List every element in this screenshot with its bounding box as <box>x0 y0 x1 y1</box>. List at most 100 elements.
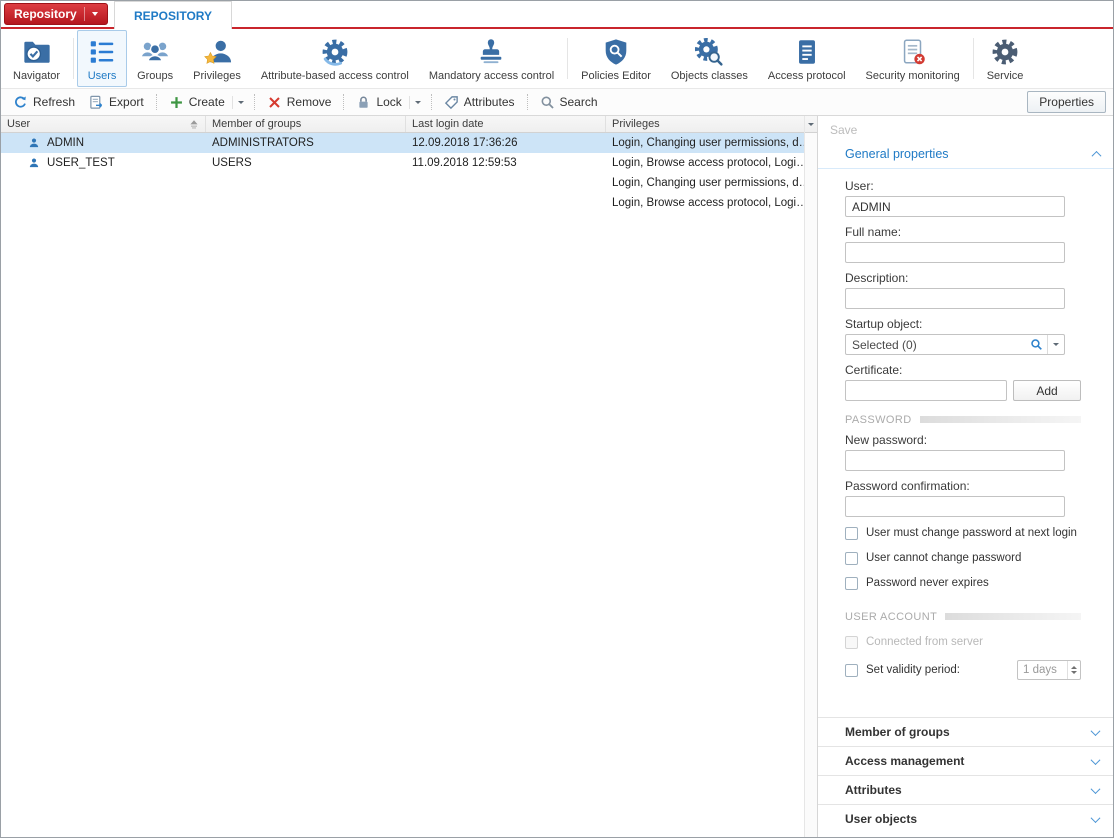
properties-button[interactable]: Properties <box>1027 91 1106 113</box>
user-icon <box>28 157 40 169</box>
ribbon-item-groups[interactable]: Groups <box>127 30 183 87</box>
create-split-button: Create <box>162 92 249 113</box>
ribbon-item-privileges[interactable]: Privileges <box>183 30 251 87</box>
lock-dropdown-button[interactable] <box>409 96 426 109</box>
properties-panel: Save General properties User: Full name:… <box>817 116 1113 837</box>
ribbon-item-mandatory-access-control[interactable]: Mandatory access control <box>419 30 564 87</box>
navigator-icon <box>22 36 52 68</box>
table-row-admin[interactable]: ADMIN ADMINISTRATORS 12.09.2018 17:36:26… <box>1 133 804 153</box>
checkbox-password-never-expires[interactable]: Password never expires <box>845 576 1113 590</box>
attributes-button[interactable]: Attributes <box>437 92 522 113</box>
checkbox[interactable] <box>845 552 858 565</box>
objects-classes-icon <box>694 36 724 68</box>
toolbar-separator <box>156 94 157 110</box>
password-confirmation-label: Password confirmation: <box>845 480 1113 493</box>
ribbon-item-objects-classes[interactable]: Objects classes <box>661 30 758 87</box>
column-header-privileges[interactable]: Privileges <box>606 116 804 132</box>
ribbon-item-security-monitoring[interactable]: Security monitoring <box>856 30 970 87</box>
chevron-down-icon <box>415 101 421 104</box>
full-name-input[interactable] <box>845 242 1065 263</box>
column-label: User <box>7 118 30 130</box>
ribbon-item-access-protocol[interactable]: Access protocol <box>758 30 856 87</box>
ribbon-item-service[interactable]: Service <box>977 30 1034 87</box>
remove-label: Remove <box>287 95 332 109</box>
checkbox[interactable] <box>845 664 858 677</box>
checkbox[interactable] <box>845 527 858 540</box>
add-certificate-button[interactable]: Add <box>1013 380 1081 401</box>
ribbon-item-users[interactable]: Users <box>77 30 127 87</box>
save-button[interactable]: Save <box>818 116 1113 140</box>
refresh-button[interactable]: Refresh <box>6 92 82 113</box>
validity-period-stepper[interactable]: 1 days <box>1017 660 1081 680</box>
chevron-down-icon <box>808 123 814 126</box>
new-password-input[interactable] <box>845 450 1065 471</box>
chevron-down-icon <box>1091 726 1101 736</box>
remove-button[interactable]: Remove <box>260 92 339 113</box>
column-header-member-of-groups[interactable]: Member of groups <box>206 116 406 132</box>
section-general-properties[interactable]: General properties <box>818 140 1113 169</box>
tab-repository[interactable]: REPOSITORY <box>114 1 232 29</box>
user-label: User: <box>845 180 1113 193</box>
certificate-input[interactable] <box>845 380 1007 401</box>
checkbox-label: User must change password at next login <box>866 527 1077 539</box>
startup-object-combo[interactable]: Selected (0) <box>845 334 1065 355</box>
combo-dropdown-button[interactable] <box>1047 335 1064 354</box>
section-title: Access management <box>845 754 964 768</box>
cell-user-text: USER_TEST <box>47 157 115 169</box>
column-menu-button[interactable] <box>805 116 817 133</box>
ribbon-item-attribute-based-access-control[interactable]: Attribute-based access control <box>251 30 419 87</box>
checkbox-user-cannot-change-password[interactable]: User cannot change password <box>845 551 1113 565</box>
section-attributes[interactable]: Attributes <box>818 775 1113 804</box>
attribute-based-access-control-icon <box>320 36 350 68</box>
section-member-of-groups[interactable]: Member of groups <box>818 717 1113 746</box>
user-account-group-header: USER ACCOUNT <box>845 610 1081 623</box>
group-header-bar <box>945 613 1081 620</box>
export-button[interactable]: Export <box>82 92 151 113</box>
stepper-buttons[interactable] <box>1067 661 1080 679</box>
table-body: ADMIN ADMINISTRATORS 12.09.2018 17:36:26… <box>1 133 804 213</box>
section-title: Member of groups <box>845 725 950 739</box>
repository-menu-button[interactable]: Repository <box>4 3 108 25</box>
user-icon <box>28 137 40 149</box>
password-group-header: PASSWORD <box>845 413 1081 426</box>
section-user-objects[interactable]: User objects <box>818 804 1113 833</box>
toolbar-separator <box>254 94 255 110</box>
create-dropdown-button[interactable] <box>232 96 249 109</box>
chevron-up-icon <box>1092 150 1102 160</box>
ribbon-item-policies-editor[interactable]: Policies Editor <box>571 30 661 87</box>
chevron-down-icon <box>1091 755 1101 765</box>
validity-period-value: 1 days <box>1018 664 1067 676</box>
checkbox[interactable] <box>845 577 858 590</box>
lock-label: Lock <box>376 95 401 109</box>
startup-object-label: Startup object: <box>845 318 1113 331</box>
cell-user-text: ADMIN <box>47 137 84 149</box>
ribbon-item-navigator[interactable]: Navigator <box>3 30 70 87</box>
password-confirmation-input[interactable] <box>845 496 1065 517</box>
user-input[interactable] <box>845 196 1065 217</box>
collapsed-sections: Member of groups Access management Attri… <box>818 717 1113 833</box>
ribbon-item-label: Groups <box>137 70 173 82</box>
access-protocol-icon <box>792 36 822 68</box>
group-header-bar <box>920 416 1081 423</box>
column-header-user[interactable]: User <box>1 116 206 132</box>
lock-button[interactable]: Lock <box>349 92 408 113</box>
search-button[interactable]: Search <box>533 92 605 113</box>
column-label: Member of groups <box>212 118 301 130</box>
cell-user <box>1 193 206 213</box>
section-access-management[interactable]: Access management <box>818 746 1113 775</box>
table-scrollbar-track[interactable] <box>804 116 817 837</box>
search-label: Search <box>560 95 598 109</box>
description-input[interactable] <box>845 288 1065 309</box>
checkbox-set-validity-period[interactable]: Set validity period: 1 days <box>845 663 1081 677</box>
cell-last-login-date <box>406 173 606 193</box>
column-header-last-login-date[interactable]: Last login date <box>406 116 606 132</box>
create-button[interactable]: Create <box>162 92 232 113</box>
description-label: Description: <box>845 272 1113 285</box>
service-icon <box>990 36 1020 68</box>
users-icon <box>87 36 117 68</box>
table-row-user-test[interactable]: USER_TEST USERS 11.09.2018 12:59:53 Logi… <box>1 153 804 173</box>
ribbon: Navigator Users Groups Privileges Attri <box>1 29 1113 89</box>
checkbox-user-must-change-password[interactable]: User must change password at next login <box>845 526 1113 540</box>
search-icon[interactable] <box>1030 338 1047 351</box>
create-label: Create <box>189 95 225 109</box>
